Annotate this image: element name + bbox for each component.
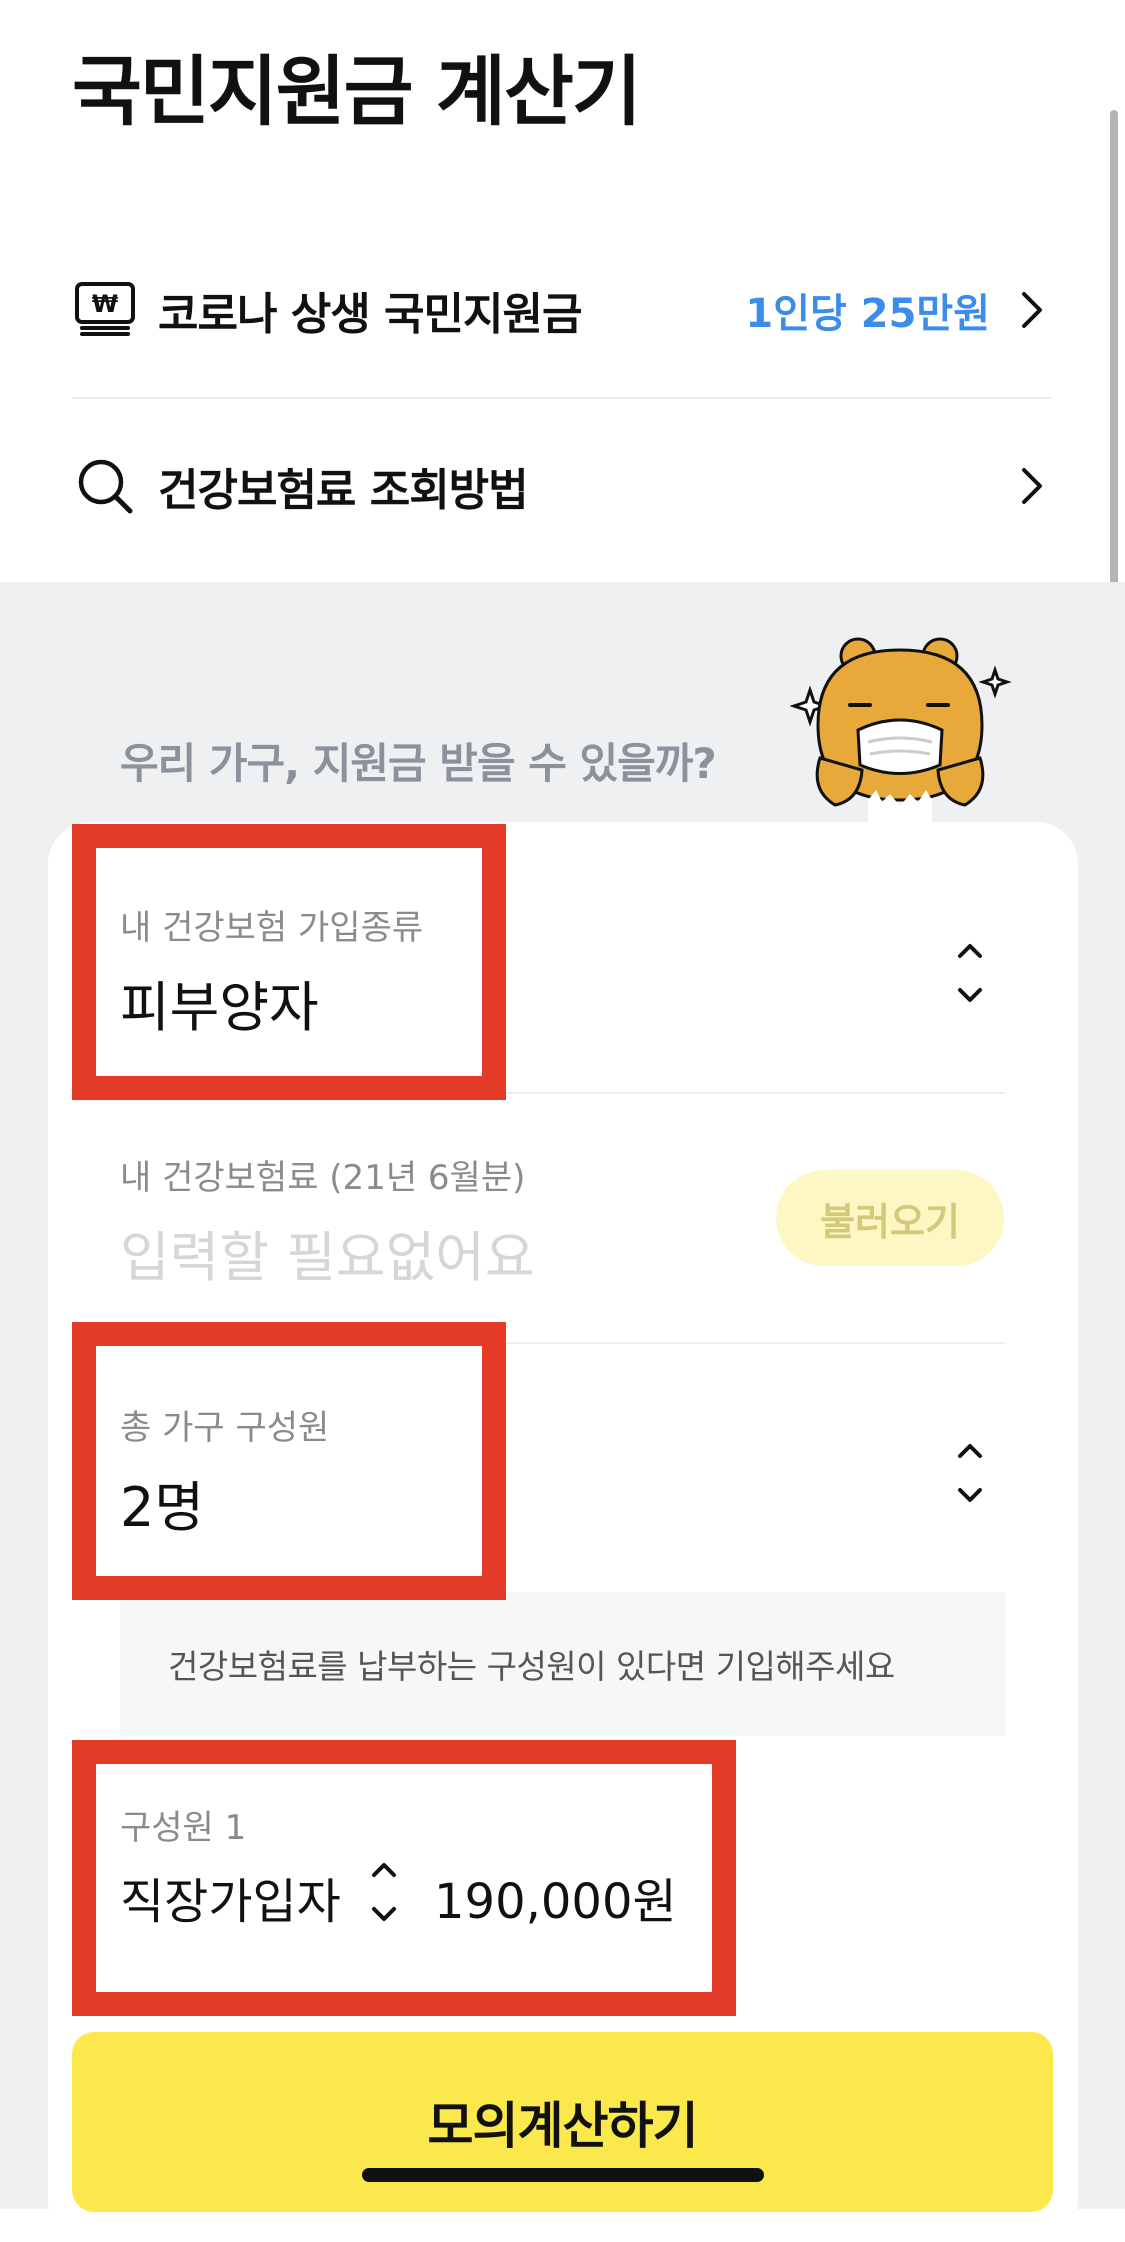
- won-card-icon: ₩: [72, 277, 138, 343]
- member-notice-text: 건강보험료를 납부하는 구성원이 있다면 기입해주세요: [168, 1647, 895, 1686]
- svg-text:₩: ₩: [92, 290, 119, 318]
- support-amount: 1인당 25만원: [745, 290, 990, 337]
- home-indicator[interactable]: [362, 2168, 764, 2182]
- chevron-right-icon: [1012, 290, 1052, 330]
- support-info-row[interactable]: ₩ 코로나 상생 국민지원금 1인당 25만원: [72, 222, 1052, 399]
- page-title: 국민지원금 계산기: [72, 47, 642, 136]
- eligibility-question: 우리 가구, 지원금 받을 수 있을까?: [120, 739, 717, 788]
- simulate-calc-label: 모의계산하기: [427, 2097, 699, 2155]
- premium-lookup-row[interactable]: 건강보험료 조회방법: [72, 398, 1052, 573]
- mascot-ryan-mask: [789, 630, 1020, 825]
- highlight-box: [72, 1322, 506, 1600]
- updown-chevron-icon[interactable]: [950, 1438, 990, 1508]
- member-notice: 건강보험료를 납부하는 구성원이 있다면 기입해주세요: [120, 1592, 1005, 1736]
- highlight-box: [72, 1740, 736, 2016]
- premium-lookup-label: 건강보험료 조회방법: [158, 464, 529, 516]
- chevron-right-icon: [1012, 466, 1052, 506]
- updown-chevron-icon[interactable]: [950, 938, 990, 1008]
- support-info-label: 코로나 상생 국민지원금: [158, 288, 582, 340]
- load-premium-button[interactable]: 불러오기: [776, 1170, 1004, 1266]
- simulate-calc-button[interactable]: 모의계산하기: [72, 2032, 1053, 2212]
- search-icon: [72, 453, 138, 519]
- highlight-box: [72, 824, 506, 1100]
